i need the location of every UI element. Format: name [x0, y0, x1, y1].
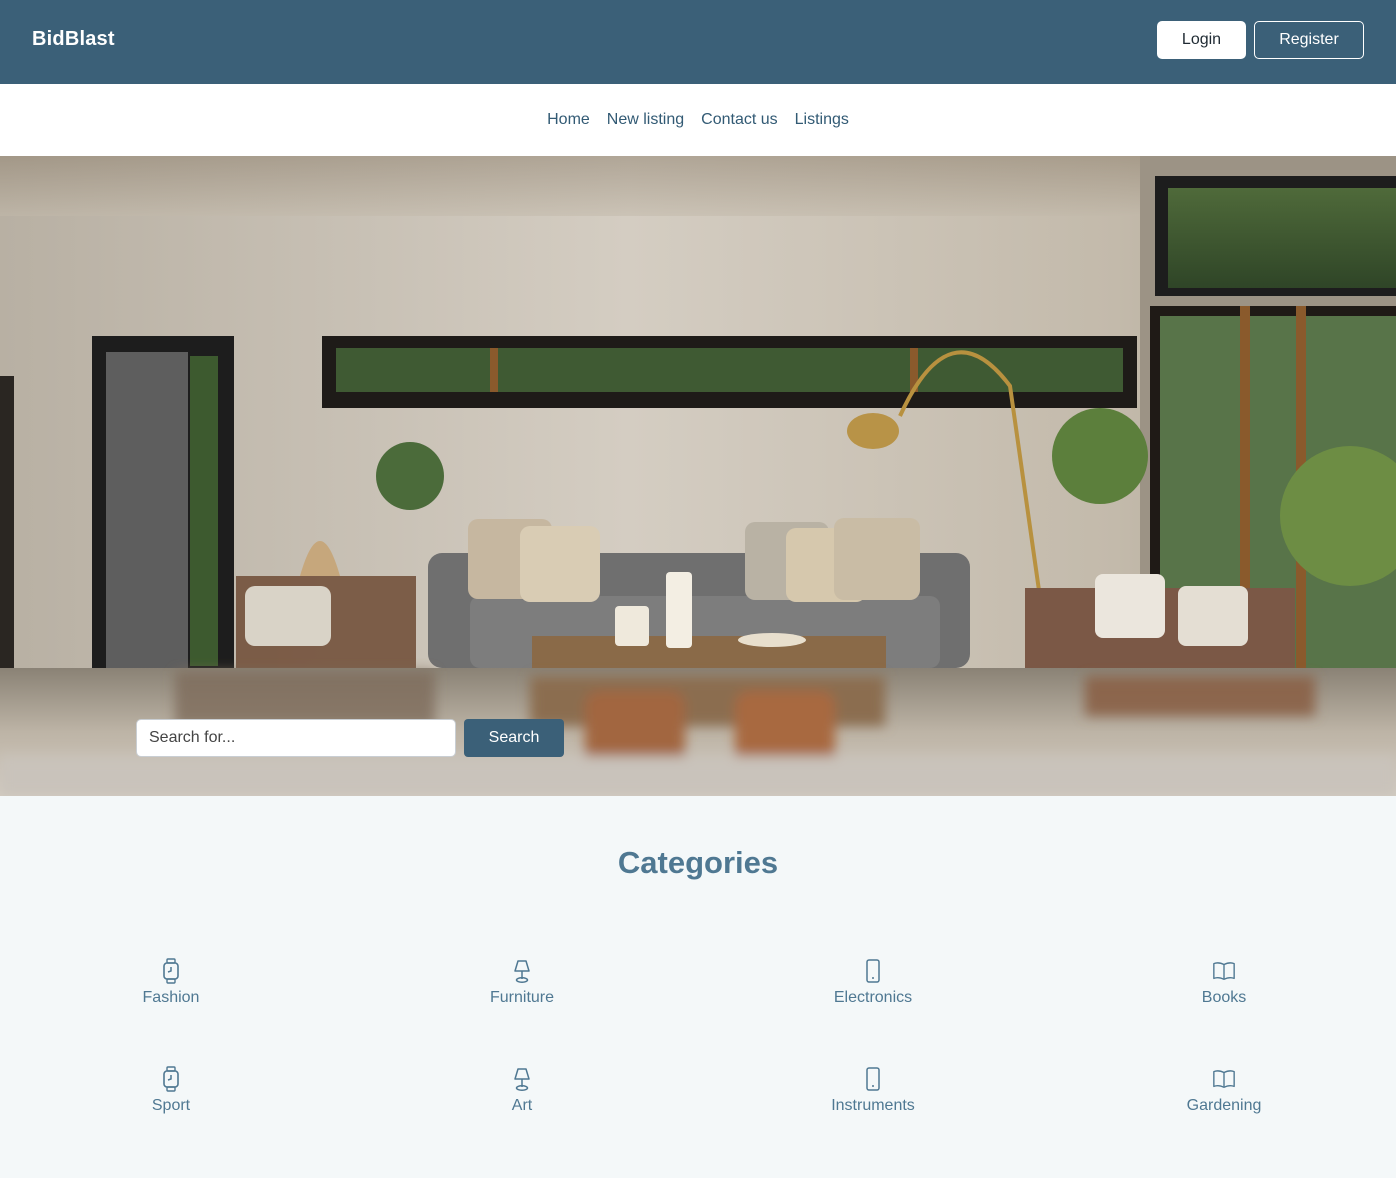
category-electronics[interactable]: Electronics — [773, 958, 973, 1018]
nav-contact-us[interactable]: Contact us — [701, 111, 777, 129]
category-label: Sport — [151, 1097, 191, 1114]
book-icon — [1213, 962, 1235, 980]
lamp-icon — [514, 1068, 530, 1091]
category-instruments[interactable]: Instruments — [773, 1066, 973, 1126]
search-input[interactable] — [136, 719, 456, 757]
category-label: Art — [511, 1097, 533, 1114]
hero-banner: Search — [0, 156, 1396, 796]
category-fashion[interactable]: Fashion — [71, 958, 271, 1018]
category-label: Furniture — [489, 989, 555, 1006]
search-button[interactable]: Search — [464, 719, 564, 757]
category-books[interactable]: Books — [1124, 958, 1324, 1018]
watch-icon — [163, 958, 179, 984]
category-label: Instruments — [831, 1097, 915, 1114]
category-gardening[interactable]: Gardening — [1124, 1066, 1324, 1126]
watch-icon — [163, 1066, 179, 1092]
top-header: BidBlast Login Register — [0, 0, 1396, 84]
brand-logo[interactable]: BidBlast — [32, 28, 115, 51]
category-art[interactable]: Art — [422, 1066, 622, 1126]
category-furniture[interactable]: Furniture — [422, 958, 622, 1018]
book-icon — [1213, 1070, 1235, 1088]
login-button[interactable]: Login — [1157, 21, 1246, 59]
category-sport[interactable]: Sport — [71, 1066, 271, 1126]
phone-icon — [866, 959, 880, 983]
category-label: Books — [1201, 989, 1247, 1006]
category-label: Gardening — [1186, 1097, 1262, 1114]
categories-heading: Categories — [617, 845, 779, 880]
main-nav: Home New listing Contact us Listings — [0, 84, 1396, 156]
hero-image — [0, 156, 1396, 796]
nav-listings[interactable]: Listings — [795, 111, 849, 129]
nav-home[interactable]: Home — [547, 111, 590, 129]
lamp-icon — [514, 960, 530, 983]
nav-new-listing[interactable]: New listing — [607, 111, 684, 129]
phone-icon — [866, 1067, 880, 1091]
category-label: Electronics — [833, 989, 913, 1006]
register-button[interactable]: Register — [1254, 21, 1364, 59]
category-label: Fashion — [142, 989, 200, 1006]
